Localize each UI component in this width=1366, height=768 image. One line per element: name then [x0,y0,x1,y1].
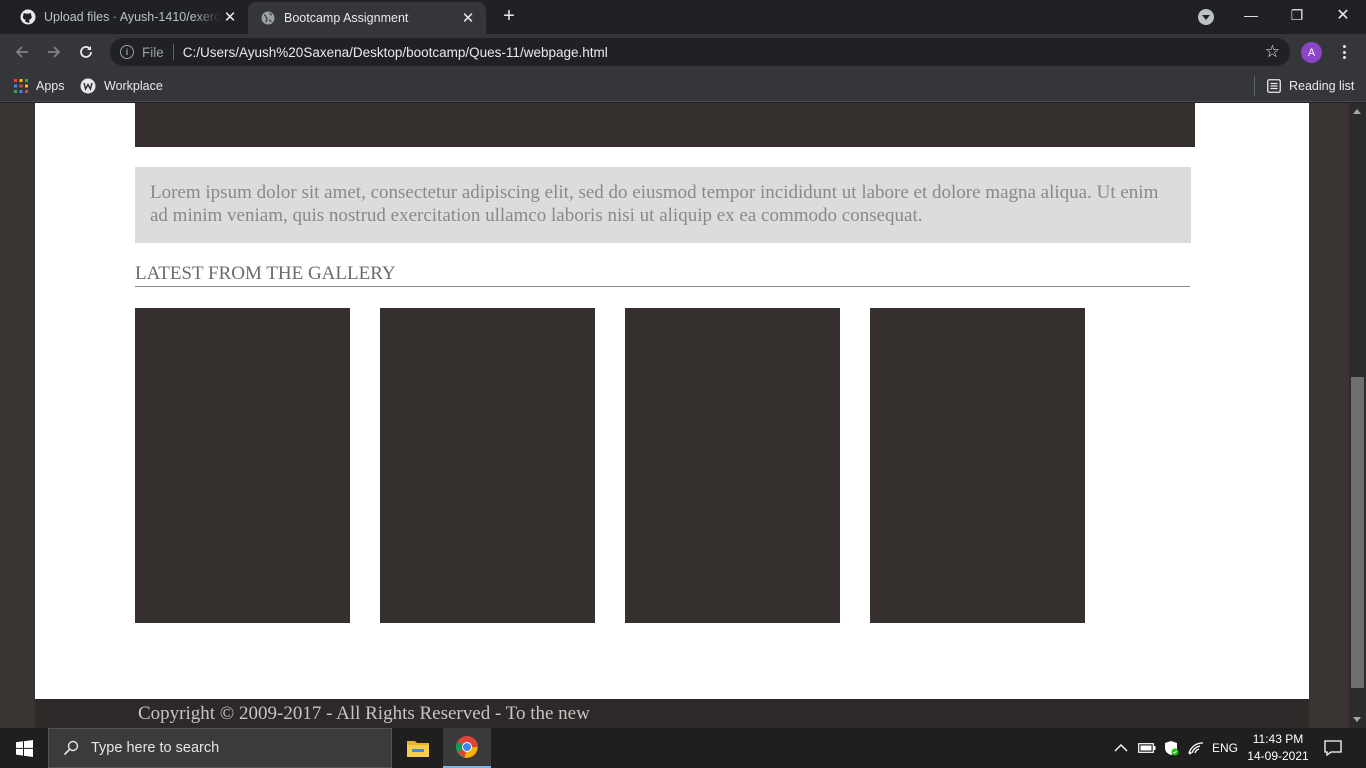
bookmark-apps[interactable]: Apps [14,76,65,96]
reading-list-icon [1267,79,1281,93]
url-scheme-label: File [142,44,164,60]
address-bar[interactable]: i File C:/Users/Ayush%20Saxena/Desktop/b… [110,38,1290,66]
gallery-image [135,308,350,623]
site-info-icon[interactable]: i [120,45,134,59]
url-text[interactable]: C:/Users/Ayush%20Saxena/Desktop/bootcamp… [183,45,608,60]
back-icon[interactable] [10,40,34,64]
forward-icon[interactable] [42,40,66,64]
notifications-icon[interactable] [1324,728,1342,768]
restore-button[interactable]: ❐ [1274,0,1320,30]
gallery-heading: LATEST FROM THE GALLERY [135,263,1190,287]
tab-strip: Upload files · Ayush-1410/exercises ✕ Bo… [0,0,1366,34]
scroll-up-arrow-icon[interactable] [1353,109,1361,114]
browser-toolbar: i File C:/Users/Ayush%20Saxena/Desktop/b… [0,34,1366,70]
close-window-button[interactable]: ✕ [1320,0,1366,30]
security-shield-icon[interactable] [1163,728,1179,768]
minimize-button[interactable]: — [1228,0,1274,30]
tab-upload-files[interactable]: Upload files · Ayush-1410/exercises ✕ [8,0,248,34]
reading-list-button[interactable]: Reading list [1267,76,1354,96]
gallery-grid [135,308,1085,623]
battery-icon[interactable] [1138,728,1156,768]
clock-date: 14-09-2021 [1247,749,1309,763]
page-footer: Copyright © 2009-2017 - All Rights Reser… [35,699,1309,728]
bookmark-workplace[interactable]: Workplace [80,76,163,96]
bookmark-label: Workplace [104,79,163,93]
reload-icon[interactable] [74,40,98,64]
reading-list-label: Reading list [1289,79,1355,93]
profile-avatar[interactable]: A [1301,42,1322,63]
page-viewport[interactable]: Lorem ipsum dolor sit amet, consectetur … [0,103,1349,728]
new-tab-button[interactable]: + [498,6,520,28]
header-banner [135,103,1195,147]
gallery-image [625,308,840,623]
language-indicator[interactable]: ENG [1212,728,1238,768]
bookmark-label: Apps [36,79,65,93]
search-placeholder: Type here to search [91,740,220,756]
windows-start-icon[interactable] [0,728,48,768]
workplace-icon [80,78,96,94]
chrome-taskbar-icon[interactable] [443,728,491,768]
bookmarks-divider [1254,76,1255,96]
omnibox-divider [172,44,174,60]
footer-copyright: Copyright © 2009-2017 - All Rights Reser… [138,703,590,724]
clock-time: 11:43 PM [1252,732,1304,746]
apps-grid-icon [14,79,28,93]
wifi-icon[interactable] [1188,728,1204,768]
tab-title: Bootcamp Assignment [284,11,409,25]
bookmarks-bar: Apps Workplace Reading list [0,70,1366,102]
page-content: Lorem ipsum dolor sit amet, consectetur … [35,103,1309,699]
scroll-down-arrow-icon[interactable] [1353,717,1361,722]
windows-taskbar: Type here to search ENG 11:43 PM 14-09-2… [0,728,1366,768]
system-clock[interactable]: 11:43 PM 14-09-2021 [1240,731,1316,765]
github-icon [20,9,36,25]
show-hidden-icons-icon[interactable] [1114,728,1128,768]
search-icon [63,740,79,756]
browser-menu-icon[interactable] [1336,42,1352,62]
tab-title: Upload files · Ayush-1410/exercises [44,10,220,24]
tab-search-icon[interactable] [1198,9,1214,25]
file-explorer-icon[interactable] [394,728,442,768]
vertical-scrollbar[interactable] [1349,103,1366,728]
globe-icon [260,10,276,26]
scrollbar-thumb[interactable] [1351,377,1364,688]
gallery-image [380,308,595,623]
tab-bootcamp-assignment[interactable]: Bootcamp Assignment ✕ [248,2,486,34]
taskbar-search-box[interactable]: Type here to search [48,728,392,768]
close-tab-icon[interactable]: ✕ [458,8,478,28]
intro-paragraph: Lorem ipsum dolor sit amet, consectetur … [135,167,1191,243]
gallery-image [870,308,1085,623]
bookmark-star-icon[interactable]: ☆ [1265,42,1280,62]
close-tab-icon[interactable]: ✕ [220,7,240,27]
